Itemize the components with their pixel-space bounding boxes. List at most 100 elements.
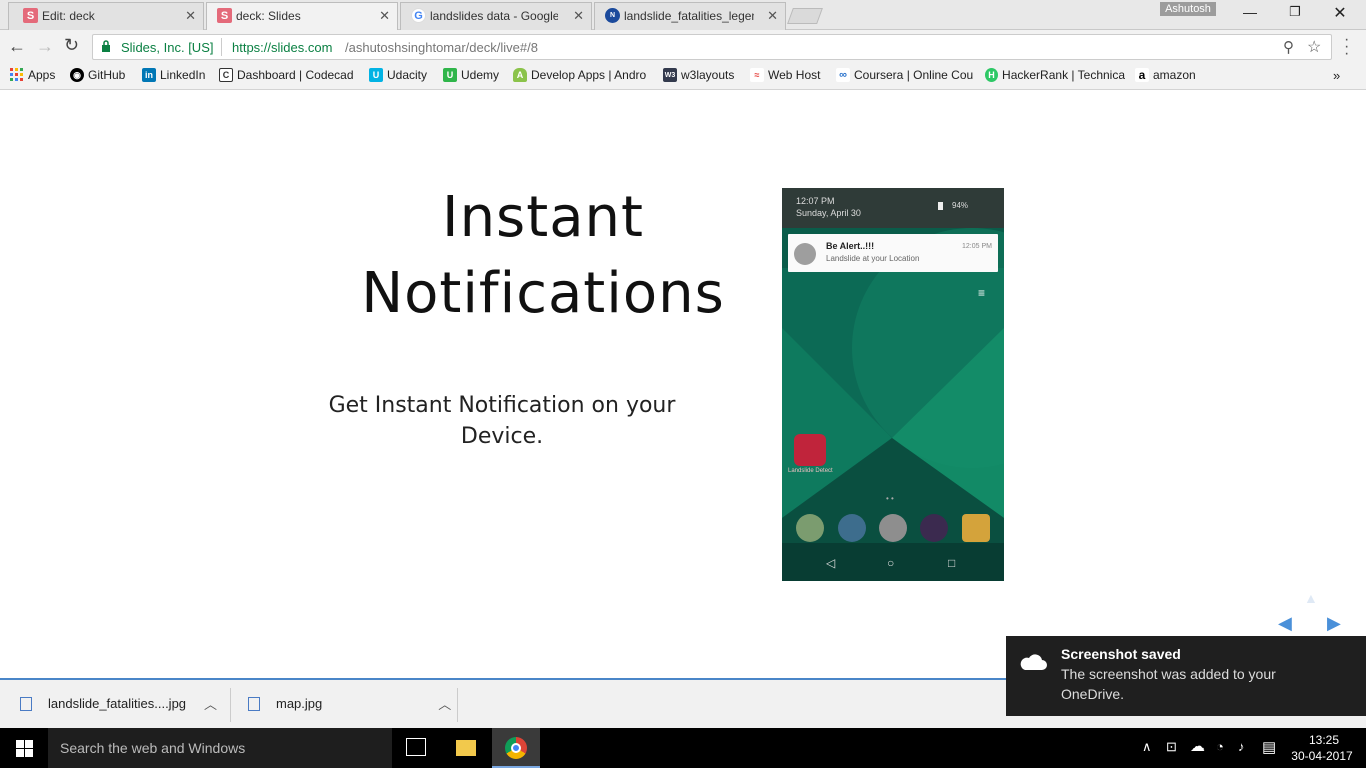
app-label: Landslide Detect — [788, 468, 833, 474]
reload-icon[interactable]: ↻ — [64, 35, 79, 56]
chrome-taskbar-button[interactable] — [492, 728, 540, 768]
onedrive-cloud-icon[interactable]: ☁ — [1190, 737, 1205, 755]
phone-dialer-icon — [796, 514, 824, 542]
bookmark-label: Coursera | Online Cou — [854, 68, 974, 82]
slide-prev-arrow-icon[interactable]: ◀ — [1278, 613, 1292, 634]
address-bar[interactable]: Slides, Inc. [US] https://slides.com /as… — [92, 34, 1332, 60]
toast-body-line: The screenshot was added to your — [1061, 666, 1276, 682]
new-tab-button[interactable] — [787, 8, 823, 24]
file-explorer-icon[interactable] — [456, 740, 476, 756]
download-file-name: landslide_fatalities....jpg — [48, 696, 187, 711]
bookmark-coursera[interactable]: ∞ Coursera | Online Cou — [836, 68, 974, 82]
wifi-icon[interactable]: ◔ — [1216, 739, 1224, 754]
download-divider — [230, 688, 231, 722]
close-window-button[interactable]: ✕ — [1330, 3, 1350, 23]
task-view-icon[interactable] — [406, 738, 426, 756]
more-bookmarks-chevron-icon[interactable]: » — [1333, 68, 1340, 83]
omnibox-divider — [221, 38, 222, 56]
bookmark-amazon[interactable]: a amazon — [1135, 68, 1196, 82]
back-arrow-icon[interactable]: ← — [8, 36, 26, 57]
onedrive-toast[interactable]: Screenshot saved The screenshot was adde… — [1006, 636, 1366, 716]
clock-time[interactable]: 13:25 — [1302, 733, 1346, 747]
bookmark-w3layouts[interactable]: W3 w3layouts — [663, 68, 734, 82]
bookmark-label: GitHub — [88, 68, 126, 82]
tab-title: deck: Slides — [236, 9, 301, 23]
image-file-icon — [248, 696, 260, 711]
restore-button[interactable]: ❐ — [1285, 4, 1305, 24]
action-center-icon[interactable]: ▤ — [1262, 738, 1276, 756]
notification-app-icon — [794, 243, 816, 265]
download-item[interactable]: map.jpg ︿ — [248, 694, 451, 713]
device-icon[interactable]: ⊡ — [1166, 739, 1177, 755]
tab-title: landslide_fatalities_legen — [624, 9, 754, 23]
notification-body: Landslide at your Location — [826, 254, 920, 263]
slide-title-line: Notifications — [361, 261, 725, 326]
app-drawer-icon — [879, 514, 907, 542]
android-icon: A — [513, 68, 527, 82]
bookmark-udemy[interactable]: U Udemy — [443, 68, 499, 82]
webhost-icon: ≈ — [750, 68, 764, 82]
tab-edit-deck[interactable]: S Edit: deck ✕ — [16, 2, 202, 30]
download-divider — [457, 688, 458, 722]
nasa-favicon-icon: N — [605, 8, 620, 23]
android-home-icon: ○ — [887, 556, 895, 570]
download-item[interactable]: landslide_fatalities....jpg ︿ — [20, 694, 217, 713]
android-back-icon: ◁ — [826, 556, 836, 570]
image-file-icon — [20, 696, 32, 711]
close-tab-icon[interactable]: ✕ — [185, 8, 196, 24]
coursera-icon: ∞ — [836, 68, 850, 82]
bookmark-label: Develop Apps | Andro — [531, 68, 647, 82]
url-path: /ashutoshsinghtomar/deck/live#/8 — [345, 40, 538, 55]
contacts-icon — [962, 514, 990, 542]
clock-date[interactable]: 30-04-2017 — [1290, 749, 1354, 763]
bookmark-label: Udacity — [387, 68, 428, 82]
bookmark-linkedin[interactable]: in LinkedIn — [142, 68, 205, 82]
android-recents-icon: □ — [948, 556, 956, 570]
bookmark-hackerrank[interactable]: H HackerRank | Technica — [985, 68, 1125, 82]
bookmark-codecademy[interactable]: C Dashboard | Codecad — [219, 68, 357, 82]
forward-arrow-icon[interactable]: → — [36, 36, 54, 57]
w3layouts-icon: W3 — [663, 68, 677, 82]
tab-landslide-fatalities[interactable]: N landslide_fatalities_legen ✕ — [598, 2, 784, 30]
slide-viewport: Instant Notifications Get Instant Notifi… — [0, 90, 1366, 678]
github-icon: ◉ — [70, 68, 84, 82]
tab-deck-slides[interactable]: S deck: Slides ✕ — [210, 2, 396, 30]
bookmark-apps[interactable]: Apps — [10, 68, 55, 82]
slide-next-arrow-icon[interactable]: ▶ — [1327, 613, 1341, 634]
apps-grid-icon — [10, 68, 24, 82]
bookmark-label: amazon — [1153, 68, 1196, 82]
chevron-up-icon[interactable]: ︿ — [204, 694, 217, 713]
show-hidden-icons-chevron-icon[interactable]: ∧ — [1142, 739, 1152, 755]
slide-up-arrow-icon[interactable]: ▲ — [1304, 590, 1318, 606]
udemy-icon: U — [443, 68, 457, 82]
chevron-up-icon[interactable]: ︿ — [438, 694, 451, 713]
bookmark-label: HackerRank | Technica — [1002, 68, 1125, 82]
menu-kebab-icon[interactable]: · · · — [1344, 32, 1349, 62]
zoom-search-icon[interactable]: ⚲ — [1283, 38, 1294, 56]
chrome-icon-center — [511, 743, 521, 753]
phone-screenshot: 12:07 PM Sunday, April 30 94% Be Alert..… — [782, 188, 1004, 581]
bookmark-udacity[interactable]: U Udacity — [369, 68, 427, 82]
phone-date: Sunday, April 30 — [796, 208, 861, 218]
bookmark-github[interactable]: ◉ GitHub — [70, 68, 125, 82]
landslide-app-icon — [794, 434, 826, 466]
close-tab-icon[interactable]: ✕ — [767, 8, 778, 24]
windows-start-icon[interactable] — [16, 740, 33, 757]
bookmark-webhost[interactable]: ≈ Web Host — [750, 68, 820, 82]
minimize-button[interactable]: — — [1240, 4, 1260, 24]
download-file-name: map.jpg — [276, 696, 323, 711]
close-tab-icon[interactable]: ✕ — [379, 8, 390, 24]
profile-button[interactable]: Ashutosh — [1160, 2, 1216, 16]
url-host: https://slides.com — [232, 40, 333, 55]
volume-icon[interactable]: ♪ — [1238, 739, 1245, 754]
close-tab-icon[interactable]: ✕ — [573, 8, 584, 24]
search-box[interactable]: Search the web and Windows — [48, 728, 392, 768]
tab-strip: S Edit: deck ✕ S deck: Slides ✕ G landsl… — [0, 0, 1366, 30]
bookmark-android[interactable]: A Develop Apps | Andro — [513, 68, 651, 82]
tab-landslides-data[interactable]: G landslides data - Google ✕ — [404, 2, 590, 30]
slide-title-line: Instant — [442, 185, 644, 250]
slides-favicon-icon: S — [217, 8, 232, 23]
bookmark-label: LinkedIn — [160, 68, 206, 82]
linkedin-icon: in — [142, 68, 156, 82]
bookmark-star-icon[interactable]: ☆ — [1307, 37, 1321, 57]
